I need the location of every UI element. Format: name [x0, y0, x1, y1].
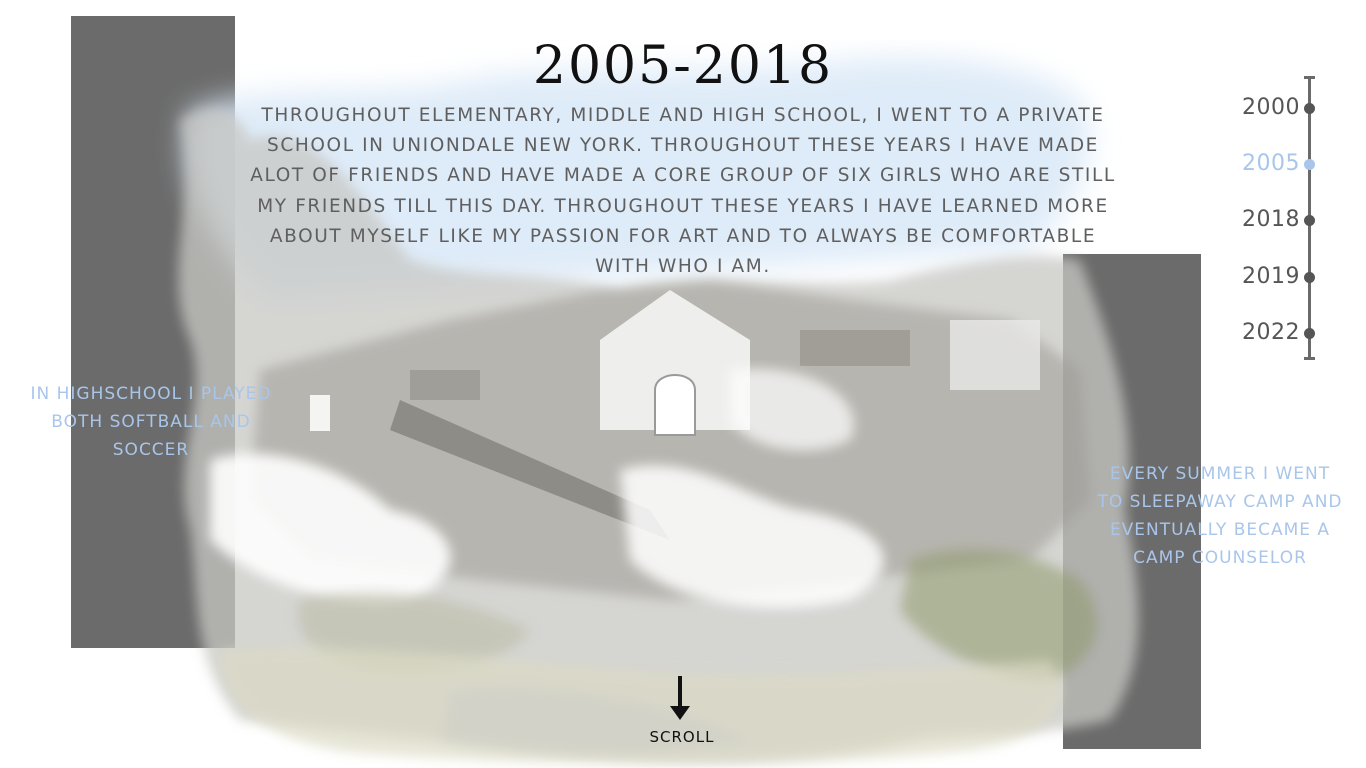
timeline-dot-icon — [1304, 215, 1315, 226]
timeline-year-label: 2000 — [1242, 95, 1300, 120]
timeline-dot-icon — [1304, 272, 1315, 283]
timeline-year-label: 2019 — [1242, 264, 1300, 289]
scroll-button[interactable]: SCROLL — [632, 676, 732, 748]
timeline-item-2000[interactable]: 2000 — [1210, 93, 1316, 123]
timeline-top-cap — [1304, 76, 1315, 79]
timeline-year-label: 2005 — [1242, 151, 1300, 176]
page-title: 2005-2018 — [532, 36, 834, 96]
arrow-down-icon — [670, 676, 690, 720]
caption-right: EVERY SUMMER I WENT TO SLEEPAWAY CAMP AN… — [1097, 464, 1343, 568]
timeline-item-2018[interactable]: 2018 — [1210, 205, 1316, 235]
page: 2005-2018 THROUGHOUT ELEMENTARY, MIDDLE … — [0, 0, 1366, 768]
timeline-item-2019[interactable]: 2019 — [1210, 262, 1316, 292]
caption-left: IN HIGHSCHOOL I PLAYED BOTH SOFTBALL AND… — [30, 384, 272, 460]
timeline-item-2022[interactable]: 2022 — [1210, 318, 1316, 348]
timeline-dot-icon — [1304, 328, 1315, 339]
timeline-bottom-cap — [1304, 357, 1315, 360]
timeline-year-label: 2022 — [1242, 320, 1300, 345]
timeline-dot-icon — [1304, 103, 1315, 114]
timeline-year-label: 2018 — [1242, 207, 1300, 232]
scroll-label: SCROLL — [649, 728, 715, 746]
timeline-nav: 2000 2005 2018 2019 2022 — [1210, 76, 1330, 360]
timeline-dot-icon — [1304, 159, 1315, 170]
description-text: THROUGHOUT ELEMENTARY, MIDDLE AND HIGH S… — [250, 105, 1116, 278]
timeline-item-2005[interactable]: 2005 — [1210, 149, 1316, 179]
